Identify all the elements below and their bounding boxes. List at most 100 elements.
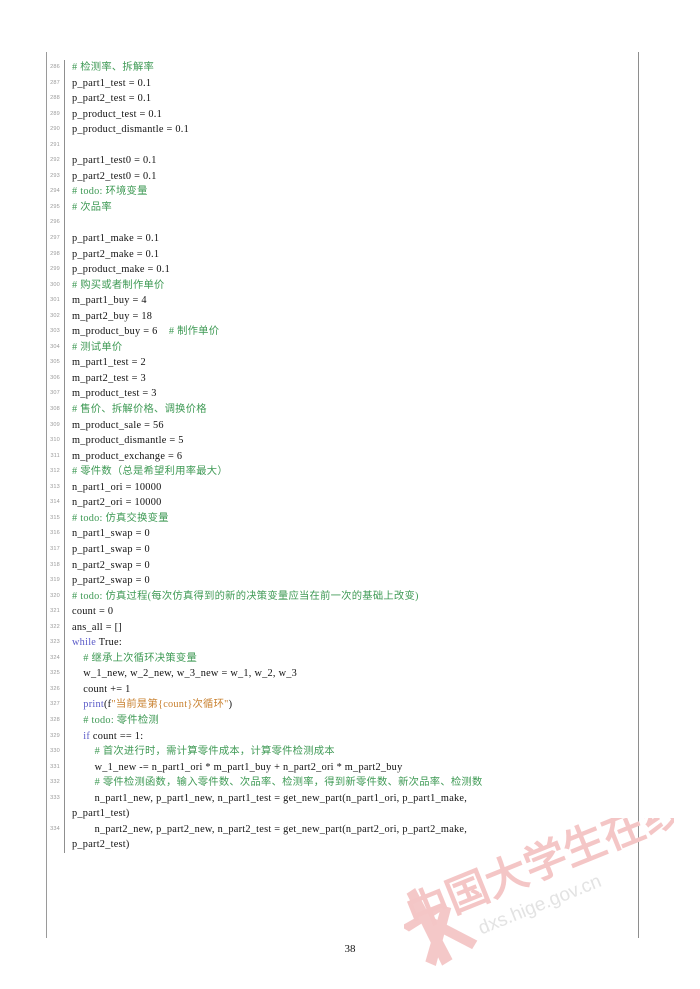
code-line: 314 n_part2_ori = 10000 — [46, 495, 638, 511]
code-token-cm: # 零件检测函数，输入零件数、次品率、检测率，得到新零件数、新次品率、检测数 — [72, 777, 483, 789]
code-line-number: 309 — [50, 421, 60, 428]
code-line-text: p_part2_swap = 0 — [65, 573, 638, 589]
code-line: 319 p_part2_swap = 0 — [46, 573, 638, 589]
code-listing: 286 # 检测率、拆解率 287 p_part1_test = 0.1 288 p_pa… — [46, 60, 638, 853]
code-token-cm: # todo: 仿真过程(每次仿真得到的新的决策变量应当在前一次的基础上改变) — [72, 590, 419, 602]
code-line-number: 303 — [50, 328, 60, 335]
code-line-number: 310 — [50, 437, 60, 444]
code-line-text: p_part2_make = 0.1 — [65, 247, 638, 263]
page-number: 38 — [344, 943, 356, 955]
code-token-nm: m_part2_buy = 18 — [72, 310, 153, 322]
code-line-number: 330 — [50, 748, 60, 755]
code-token-nm: n_part1_new, p_part1_new, n_part1_test =… — [72, 792, 468, 820]
code-token-cm: # 购买或者制作单价 — [72, 279, 165, 291]
code-token-nm: m_part1_buy = 4 — [72, 295, 147, 307]
code-line-number: 298 — [50, 250, 60, 257]
code-line-number: 288 — [50, 95, 60, 102]
code-line-number: 304 — [50, 343, 60, 350]
code-line: 296 — [46, 215, 638, 232]
code-line: 327 print(f"当前是第{count}次循环") — [46, 697, 638, 713]
code-line-number: 334 — [50, 825, 60, 832]
code-token-cm: # 次品率 — [72, 201, 112, 213]
code-line-number: 293 — [50, 172, 60, 179]
code-line-text: # todo: 仿真过程(每次仿真得到的新的决策变量应当在前一次的基础上改变) — [65, 589, 638, 605]
code-line-number: 319 — [50, 577, 60, 584]
code-line-text: m_product_test = 3 — [65, 386, 638, 402]
code-line-text: m_part2_buy = 18 — [65, 309, 638, 325]
code-line-number: 326 — [50, 685, 60, 692]
code-line-number: 299 — [50, 266, 60, 273]
code-token-nm: p_part2_make = 0.1 — [72, 248, 160, 260]
code-token-nm: count == 1: — [90, 730, 144, 742]
code-line-number: 329 — [50, 732, 60, 739]
code-line-number: 291 — [50, 141, 60, 148]
code-token-nm: ans_all = [] — [72, 621, 122, 633]
code-line-number: 324 — [50, 654, 60, 661]
code-line: 295 # 次品率 — [46, 199, 638, 216]
code-line-number: 332 — [50, 779, 60, 786]
code-line: 318 n_part2_swap = 0 — [46, 557, 638, 574]
code-line-number: 307 — [50, 390, 60, 397]
code-line: 286 # 检测率、拆解率 — [46, 60, 638, 76]
code-line-number: 311 — [50, 452, 60, 459]
code-line-number: 292 — [50, 157, 60, 164]
code-line-number: 302 — [50, 312, 60, 319]
code-line: 292 p_part1_test0 = 0.1 — [46, 153, 638, 169]
code-line: 333 n_part1_new, p_part1_new, n_part1_te… — [46, 790, 638, 822]
code-line-text: m_product_sale = 56 — [65, 418, 638, 434]
code-line-text: p_product_make = 0.1 — [65, 262, 638, 278]
code-line: 303 m_product_buy = 6 # 制作单价 — [46, 324, 638, 340]
code-token-st: "当前是第{count}次循环" — [111, 699, 229, 711]
code-token-nm: p_product_test = 0.1 — [72, 108, 163, 120]
code-line-text: # 零件数（总是希望利用率最大） — [65, 464, 638, 480]
code-line-text: m_part1_buy = 4 — [65, 293, 638, 309]
code-line-number: 328 — [50, 716, 60, 723]
code-line-text: n_part1_swap = 0 — [65, 526, 638, 542]
code-line: 315 # todo: 仿真交换变量 — [46, 510, 638, 527]
code-line-number: 294 — [50, 188, 60, 195]
svg-text:dxs.hige.gov.cn: dxs.hige.gov.cn — [475, 871, 604, 939]
code-line-number: 321 — [50, 608, 60, 615]
code-line-number: 327 — [50, 701, 60, 708]
code-line-text: w_1_new, w_2_new, w_3_new = w_1, w_2, w_… — [65, 666, 638, 682]
code-line-number: 320 — [50, 592, 60, 599]
code-token-nm: p_part1_make = 0.1 — [72, 233, 160, 245]
code-token-nm: p_part2_test = 0.1 — [72, 93, 152, 105]
code-line-text: m_product_dismantle = 5 — [65, 433, 638, 449]
code-token-cm: # 测试单价 — [72, 341, 123, 353]
code-line-text: n_part1_ori = 10000 — [65, 480, 638, 496]
code-line-number: 322 — [50, 623, 60, 630]
code-line-text: p_part1_swap = 0 — [65, 542, 638, 558]
code-token-cm: # 检测率、拆解率 — [72, 62, 155, 73]
code-line: 326 count += 1 — [46, 681, 638, 698]
page-right-rule — [638, 52, 639, 938]
code-line-text: count += 1 — [65, 682, 638, 698]
code-token-nm: p_part1_test0 = 0.1 — [72, 155, 157, 167]
code-line-number: 318 — [50, 561, 60, 568]
code-token-nm: p_part1_test = 0.1 — [72, 77, 152, 89]
code-token-nm: count += 1 — [72, 683, 131, 695]
code-line: 331 w_1_new -= n_part1_ori * m_part1_buy… — [46, 759, 638, 776]
code-line-text: n_part2_ori = 10000 — [65, 495, 638, 511]
code-line-text: # 首次进行时，需计算零件成本，计算零件检测成本 — [65, 744, 638, 760]
code-line-text: # 次品率 — [65, 200, 638, 216]
code-line: 324 # 继承上次循环决策变量 — [46, 650, 638, 667]
code-line-number: 297 — [50, 235, 60, 242]
code-line: 291 — [46, 137, 638, 154]
code-token-nm: m_product_dismantle = 5 — [72, 435, 184, 447]
code-line-text: # 售价、拆解价格、调换价格 — [65, 402, 638, 418]
code-token-nm: n_part2_ori = 10000 — [72, 497, 162, 509]
code-line-text: print(f"当前是第{count}次循环") — [65, 697, 638, 713]
code-line: 313 n_part1_ori = 10000 — [46, 479, 638, 496]
code-token-cm: # 零件数（总是希望利用率最大） — [72, 466, 228, 478]
code-line: 304 # 测试单价 — [46, 339, 638, 356]
code-token-nm: m_product_exchange = 6 — [72, 450, 183, 462]
code-token-kw: while — [72, 637, 97, 649]
code-token-nm: p_part1_swap = 0 — [72, 543, 150, 555]
code-line-text: # 测试单价 — [65, 340, 638, 356]
code-token-cm: # 继承上次循环决策变量 — [72, 652, 197, 664]
code-line: 308 # 售价、拆解价格、调换价格 — [46, 402, 638, 418]
code-line: 334 n_part2_new, p_part2_new, n_part2_te… — [46, 821, 638, 853]
code-line: 306 m_part2_test = 3 — [46, 370, 638, 387]
code-line-text: ans_all = [] — [65, 620, 638, 636]
